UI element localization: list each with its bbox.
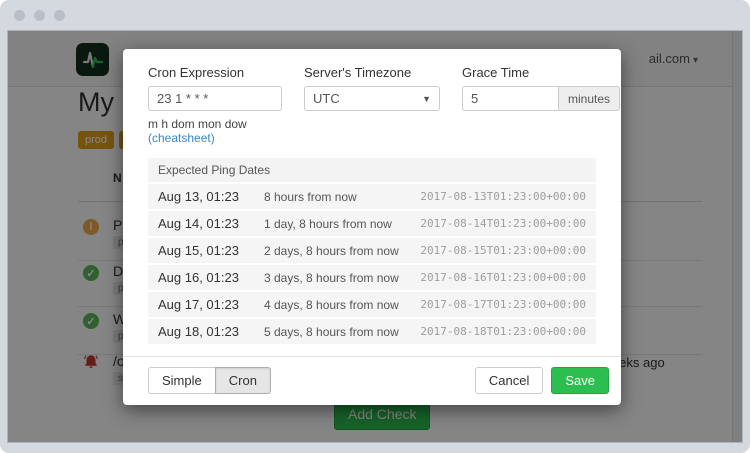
- grace-unit-addon: minutes: [559, 86, 620, 111]
- timezone-field: Server's Timezone UTC ▼: [304, 65, 440, 145]
- ping-iso-timestamp: 2017-08-17T01:23:00+00:00: [420, 298, 586, 311]
- ping-row: Aug 18, 01:23 5 days, 8 hours from now 2…: [148, 319, 596, 344]
- grace-time-field: Grace Time minutes: [462, 65, 620, 145]
- cancel-button[interactable]: Cancel: [475, 367, 543, 394]
- ping-relative: 3 days, 8 hours from now: [264, 271, 420, 285]
- ping-date: Aug 17, 01:23: [158, 297, 264, 312]
- browser-frame: ail.com▾ My Checks prod work N ! Pr pr ✓…: [0, 0, 750, 453]
- save-button[interactable]: Save: [551, 367, 609, 394]
- window-close-button[interactable]: [14, 10, 25, 21]
- ping-date: Aug 13, 01:23: [158, 189, 264, 204]
- cron-help-text: m h dom mon dow (cheatsheet): [148, 117, 282, 145]
- ping-date: Aug 16, 01:23: [158, 270, 264, 285]
- ping-iso-timestamp: 2017-08-14T01:23:00+00:00: [420, 217, 586, 230]
- ping-row: Aug 13, 01:23 8 hours from now 2017-08-1…: [148, 184, 596, 209]
- ping-iso-timestamp: 2017-08-15T01:23:00+00:00: [420, 244, 586, 257]
- ping-row: Aug 16, 01:23 3 days, 8 hours from now 2…: [148, 265, 596, 290]
- cheatsheet-link[interactable]: (cheatsheet): [148, 131, 215, 145]
- cron-expression-field: Cron Expression m h dom mon dow (cheatsh…: [148, 65, 282, 145]
- ping-relative: 5 days, 8 hours from now: [264, 325, 420, 339]
- ping-row: Aug 14, 01:23 1 day, 8 hours from now 20…: [148, 211, 596, 236]
- ping-iso-timestamp: 2017-08-18T01:23:00+00:00: [420, 325, 586, 338]
- ping-date: Aug 14, 01:23: [158, 216, 264, 231]
- window-minimize-button[interactable]: [34, 10, 45, 21]
- window-maximize-button[interactable]: [54, 10, 65, 21]
- ping-table-header: Expected Ping Dates: [148, 158, 596, 182]
- ping-date: Aug 18, 01:23: [158, 324, 264, 339]
- schedule-mode-toggle: Simple Cron: [148, 367, 271, 394]
- dialog-footer: Simple Cron Cancel Save: [123, 356, 621, 405]
- cron-help-fields: m h dom mon dow: [148, 117, 247, 131]
- ping-relative: 2 days, 8 hours from now: [264, 244, 420, 258]
- ping-iso-timestamp: 2017-08-16T01:23:00+00:00: [420, 271, 586, 284]
- ping-row: Aug 17, 01:23 4 days, 8 hours from now 2…: [148, 292, 596, 317]
- cron-mode-button[interactable]: Cron: [215, 367, 271, 394]
- ping-row: Aug 15, 01:23 2 days, 8 hours from now 2…: [148, 238, 596, 263]
- select-caret-icon: ▼: [422, 94, 431, 104]
- ping-relative: 4 days, 8 hours from now: [264, 298, 420, 312]
- cron-expression-input[interactable]: [148, 86, 282, 111]
- timezone-select[interactable]: UTC ▼: [304, 86, 440, 111]
- grace-time-label: Grace Time: [462, 65, 620, 80]
- browser-titlebar: [0, 0, 750, 30]
- simple-mode-button[interactable]: Simple: [148, 367, 216, 394]
- cron-expression-label: Cron Expression: [148, 65, 282, 80]
- cron-dialog: Cron Expression m h dom mon dow (cheatsh…: [123, 49, 621, 405]
- ping-relative: 1 day, 8 hours from now: [264, 217, 420, 231]
- grace-time-input[interactable]: [462, 86, 559, 111]
- timezone-selected-value: UTC: [313, 91, 340, 106]
- ping-date: Aug 15, 01:23: [158, 243, 264, 258]
- ping-relative: 8 hours from now: [264, 190, 420, 204]
- expected-ping-dates-table: Expected Ping Dates Aug 13, 01:23 8 hour…: [148, 158, 596, 344]
- ping-iso-timestamp: 2017-08-13T01:23:00+00:00: [420, 190, 586, 203]
- timezone-label: Server's Timezone: [304, 65, 440, 80]
